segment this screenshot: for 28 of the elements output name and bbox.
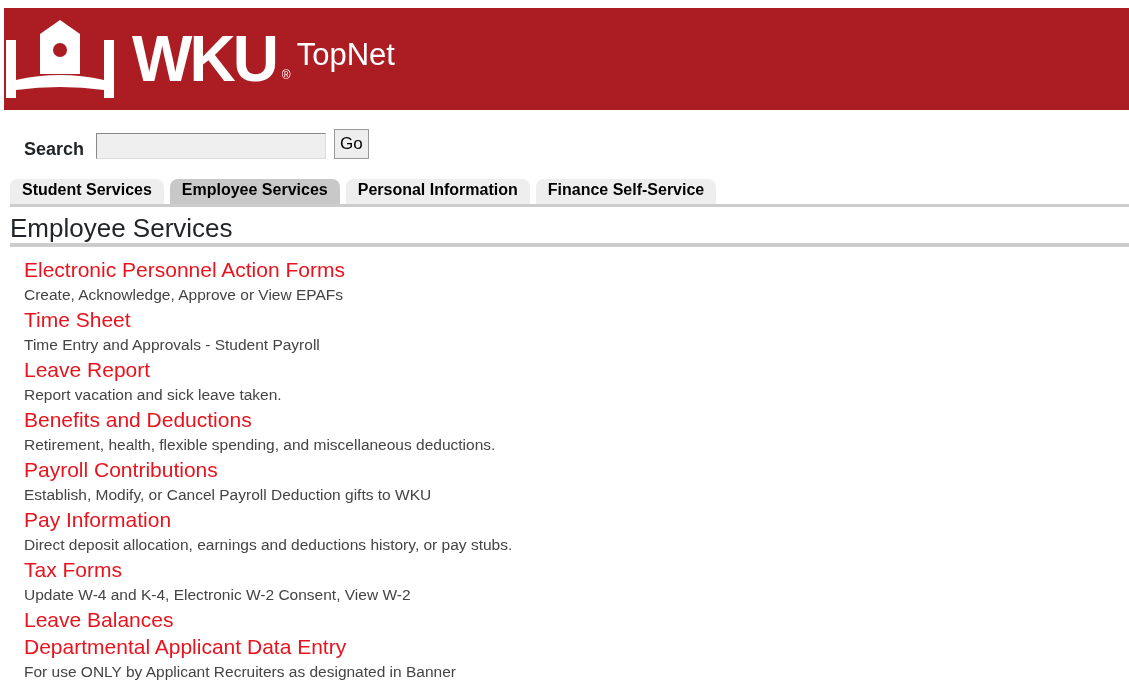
menu-description: Establish, Modify, or Cancel Payroll Deduction gifts to WKU <box>24 485 433 505</box>
menu-link[interactable]: Pay Information <box>24 507 172 532</box>
menu-description: For use ONLY by Applicant Recruiters as designated in Banner <box>24 662 457 682</box>
tab[interactable]: Student Services <box>10 179 164 204</box>
menu-link[interactable]: Tax Forms <box>24 557 122 582</box>
tab[interactable]: Personal Information <box>345 179 530 204</box>
menu-description: Create, Acknowledge, Approve or View EPAFs <box>24 285 345 305</box>
menu-description: Time Entry and Approvals - Student Payroll <box>24 335 321 355</box>
menu-link[interactable]: Leave Balances <box>24 607 174 632</box>
menu-link[interactable]: Leave Report <box>24 357 151 382</box>
logo-text: WKU <box>132 27 276 91</box>
search-label: Search <box>24 138 85 161</box>
menu-description: Retirement, health, flexible spending, and miscellaneous deductions. <box>24 435 497 455</box>
registered-mark: ® <box>281 67 291 84</box>
menu-link[interactable]: Payroll Contributions <box>24 457 218 482</box>
tab[interactable]: Employee Services <box>169 179 340 204</box>
menu-link[interactable]: Time Sheet <box>24 307 131 332</box>
page-title: Employee Services <box>10 213 1129 247</box>
tab[interactable]: Finance Self-Service <box>535 179 717 204</box>
menu-description: Direct deposit allocation, earnings and deductions history, or pay stubs. <box>24 535 514 555</box>
app-name: TopNet <box>296 35 395 74</box>
menu-description: Update W-4 and K-4, Electronic W-2 Consent, View W-2 <box>24 585 412 605</box>
search-field[interactable] <box>96 132 327 159</box>
menu-description: Report vacation and sick leave taken. <box>24 385 283 405</box>
go-button[interactable]: Go <box>334 128 369 159</box>
menu-link[interactable]: Electronic Personnel Action Forms <box>24 257 345 282</box>
menu-link[interactable]: Benefits and Deductions <box>24 407 252 432</box>
menu-link[interactable]: Departmental Applicant Data Entry <box>24 634 347 659</box>
